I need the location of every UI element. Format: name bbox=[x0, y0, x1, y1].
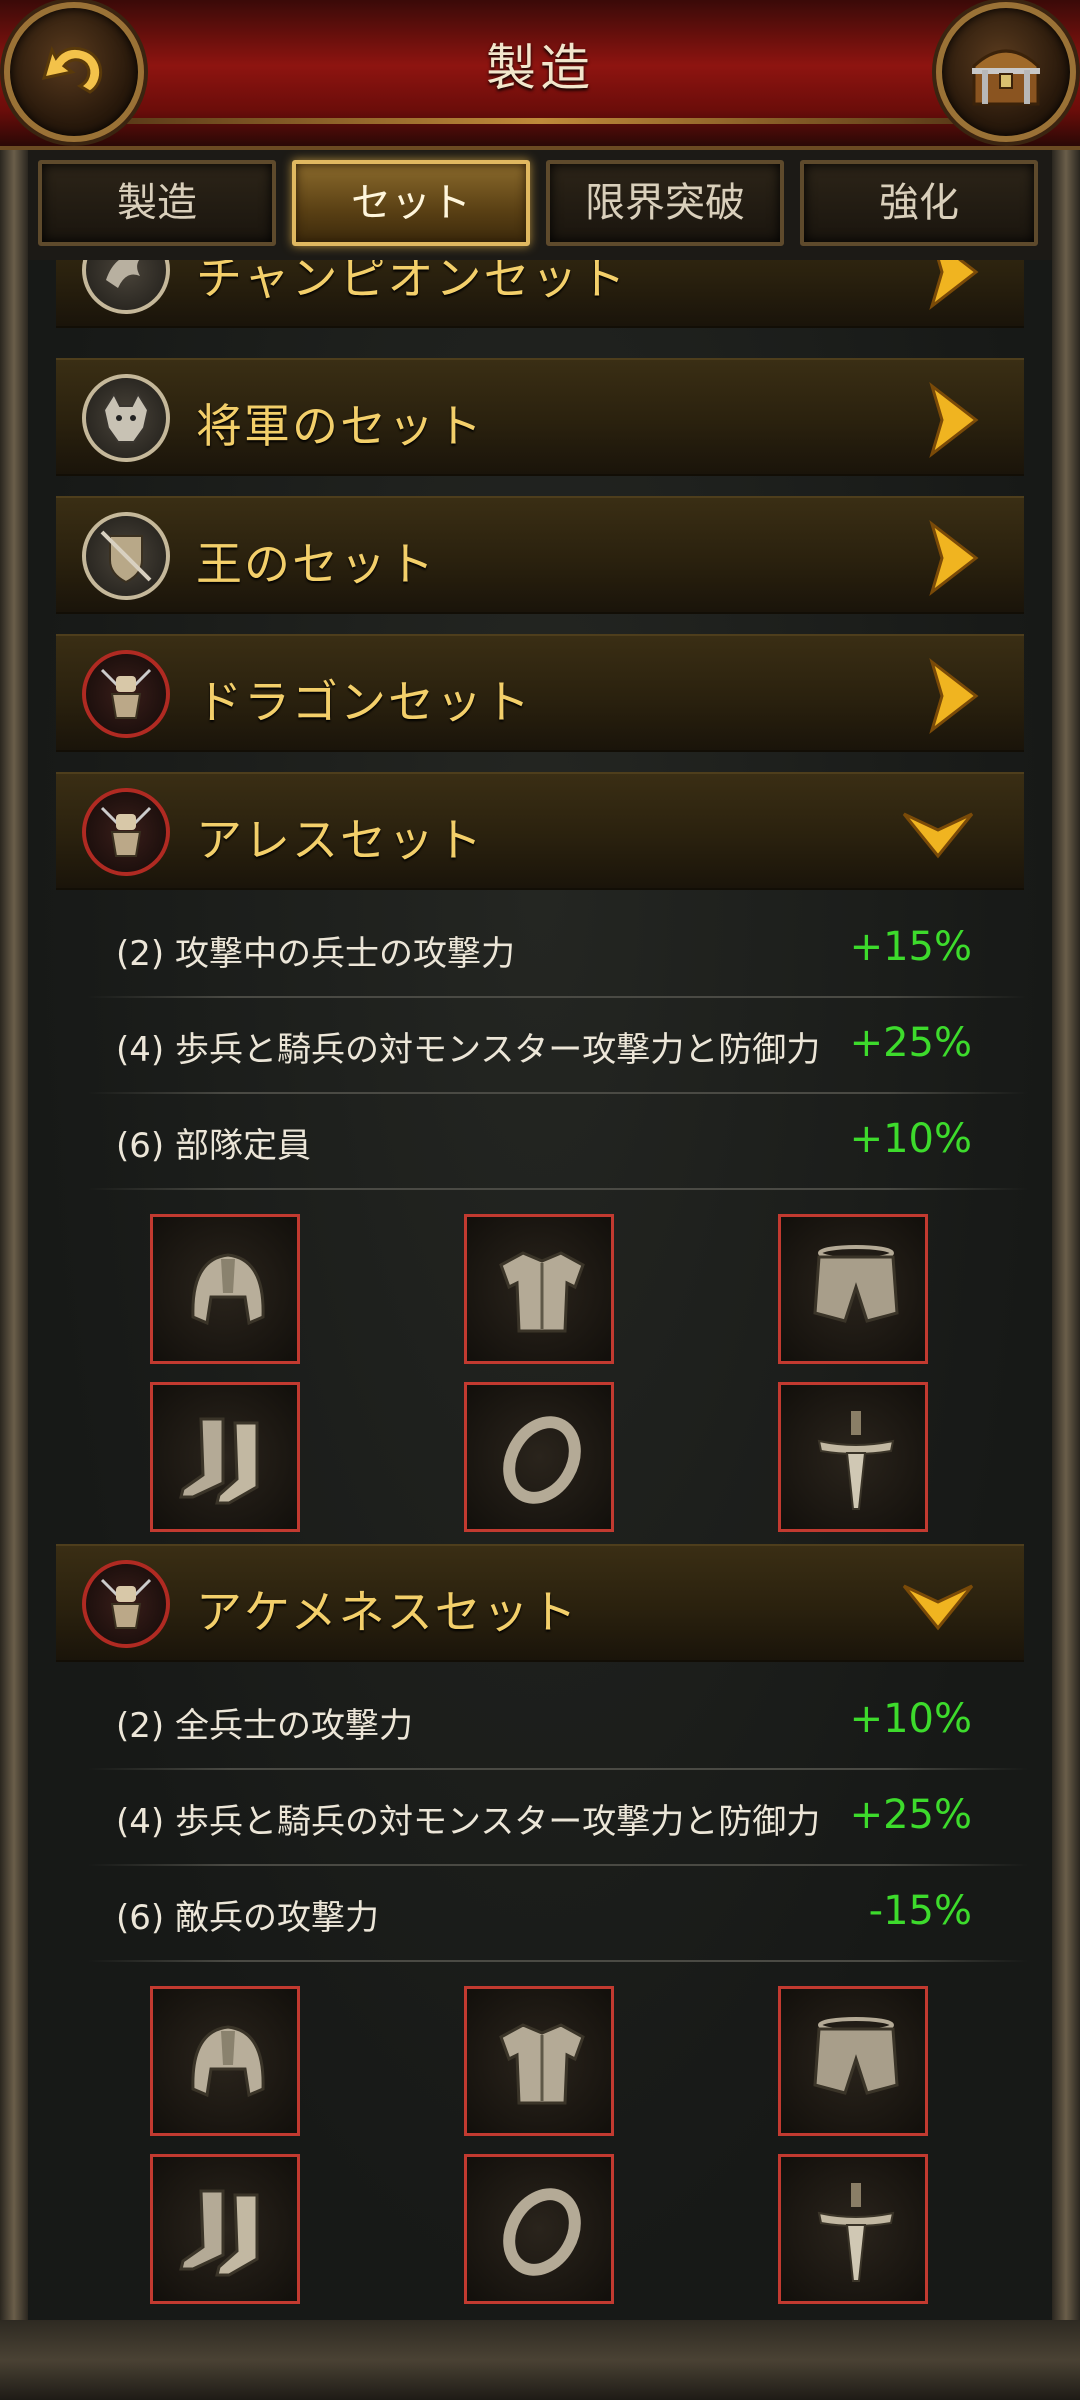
chevron-right-icon bbox=[929, 382, 979, 458]
tab-sets[interactable]: セット bbox=[292, 160, 530, 246]
item-slot-helmet[interactable] bbox=[150, 1214, 300, 1364]
set-list[interactable]: チャンピオンセット 将軍のセット 王のセット ドラゴンセット アレスセット (2… bbox=[28, 260, 1052, 2320]
bonus-value: +10% bbox=[849, 1696, 972, 1742]
set-row-achaemenes[interactable]: アケメネスセット bbox=[56, 1544, 1024, 1662]
tab-limit-break[interactable]: 限界突破 bbox=[546, 160, 784, 246]
helmet-icon bbox=[191, 2025, 265, 2098]
armor-fist-icon bbox=[82, 650, 170, 738]
item-slot-weapon[interactable] bbox=[778, 2154, 928, 2304]
bonus-text: (2) 全兵士の攻撃力 bbox=[116, 1706, 413, 1746]
chest-armor-icon bbox=[499, 1251, 585, 1333]
armor-fist-icon bbox=[82, 1560, 170, 1648]
tab-bar: 製造 セット 限界突破 強化 bbox=[0, 150, 1080, 260]
set-name: 王のセット bbox=[196, 537, 436, 591]
header-trim bbox=[120, 118, 960, 124]
set-name: チャンピオンセット bbox=[196, 260, 628, 305]
tab-enhance[interactable]: 強化 bbox=[800, 160, 1038, 246]
back-button[interactable] bbox=[4, 2, 144, 142]
bonus-value: +25% bbox=[849, 1792, 972, 1838]
set-bonus-row: (4) 歩兵と騎兵の対モンスター攻撃力と防御力 +25% bbox=[88, 1000, 1028, 1096]
set-name: アケメネスセット bbox=[196, 1585, 579, 1639]
bottom-frame bbox=[0, 2320, 1080, 2400]
chevron-right-icon bbox=[929, 658, 979, 734]
bonus-text: (4) 歩兵と騎兵の対モンスター攻撃力と防御力 bbox=[116, 1030, 821, 1070]
bonus-text: (6) 部隊定員 bbox=[116, 1126, 311, 1166]
bonus-value: -15% bbox=[868, 1888, 972, 1934]
set-bonus-row: (4) 歩兵と騎兵の対モンスター攻撃力と防御力 +25% bbox=[88, 1772, 1028, 1868]
chevron-right-icon bbox=[929, 260, 979, 310]
item-slot-ring[interactable] bbox=[464, 1382, 614, 1532]
wolf-head-icon bbox=[82, 374, 170, 462]
boots-icon bbox=[179, 2189, 259, 2277]
set-row-champion[interactable]: チャンピオンセット bbox=[56, 260, 1024, 328]
item-slot-legs[interactable] bbox=[778, 1986, 928, 2136]
dragon-crest-icon bbox=[82, 260, 170, 314]
set-row-dragon[interactable]: ドラゴンセット bbox=[56, 634, 1024, 752]
item-slot-helmet[interactable] bbox=[150, 1986, 300, 2136]
chevron-down-icon bbox=[902, 812, 974, 859]
bonus-text: (6) 敵兵の攻撃力 bbox=[116, 1898, 379, 1938]
item-slot-boots[interactable] bbox=[150, 1382, 300, 1532]
set-row-general[interactable]: 将軍のセット bbox=[56, 358, 1024, 476]
ring-icon bbox=[503, 1416, 581, 1504]
set-bonus-row: (2) 全兵士の攻撃力 +10% bbox=[88, 1676, 1028, 1772]
set-name: ドラゴンセット bbox=[196, 675, 532, 729]
header-bar: 製造 bbox=[0, 0, 1080, 150]
chest-armor-icon bbox=[499, 2023, 585, 2105]
leg-armor-icon bbox=[813, 2017, 899, 2095]
bonus-text: (2) 攻撃中の兵士の攻撃力 bbox=[116, 934, 515, 974]
chevron-down-icon bbox=[902, 1584, 974, 1631]
boots-icon bbox=[179, 1417, 259, 1505]
item-slot-chest[interactable] bbox=[464, 1986, 614, 2136]
chevron-right-icon bbox=[929, 520, 979, 596]
back-arrow-icon bbox=[41, 45, 103, 94]
treasure-chest-button[interactable] bbox=[936, 2, 1076, 142]
sword-icon bbox=[817, 2183, 895, 2282]
set-name: 将軍のセット bbox=[196, 399, 484, 453]
page-title: 製造 bbox=[486, 39, 594, 97]
leg-armor-icon bbox=[813, 1245, 899, 1323]
ring-icon bbox=[503, 2188, 581, 2276]
set-name: アレスセット bbox=[196, 813, 484, 867]
set-row-king[interactable]: 王のセット bbox=[56, 496, 1024, 614]
sword-icon bbox=[817, 1411, 895, 1510]
item-slot-chest[interactable] bbox=[464, 1214, 614, 1364]
left-pillar bbox=[0, 150, 28, 2400]
item-slot-weapon[interactable] bbox=[778, 1382, 928, 1532]
helmet-icon bbox=[191, 1253, 265, 1326]
bonus-value: +10% bbox=[849, 1116, 972, 1162]
bonus-text: (4) 歩兵と騎兵の対モンスター攻撃力と防御力 bbox=[116, 1802, 821, 1842]
bonus-value: +15% bbox=[849, 924, 972, 970]
armor-fist-icon bbox=[82, 788, 170, 876]
right-pillar bbox=[1052, 150, 1080, 2400]
tab-craft[interactable]: 製造 bbox=[38, 160, 276, 246]
item-slot-ring[interactable] bbox=[464, 2154, 614, 2304]
set-bonus-row: (6) 部隊定員 +10% bbox=[88, 1096, 1028, 1192]
treasure-chest-icon bbox=[972, 49, 1040, 106]
shield-sword-icon bbox=[82, 512, 170, 600]
item-slot-boots[interactable] bbox=[150, 2154, 300, 2304]
bonus-value: +25% bbox=[849, 1020, 972, 1066]
item-slot-legs[interactable] bbox=[778, 1214, 928, 1364]
set-row-ares[interactable]: アレスセット bbox=[56, 772, 1024, 890]
set-bonus-row: (2) 攻撃中の兵士の攻撃力 +15% bbox=[88, 904, 1028, 1000]
set-bonus-row: (6) 敵兵の攻撃力 -15% bbox=[88, 1868, 1028, 1964]
